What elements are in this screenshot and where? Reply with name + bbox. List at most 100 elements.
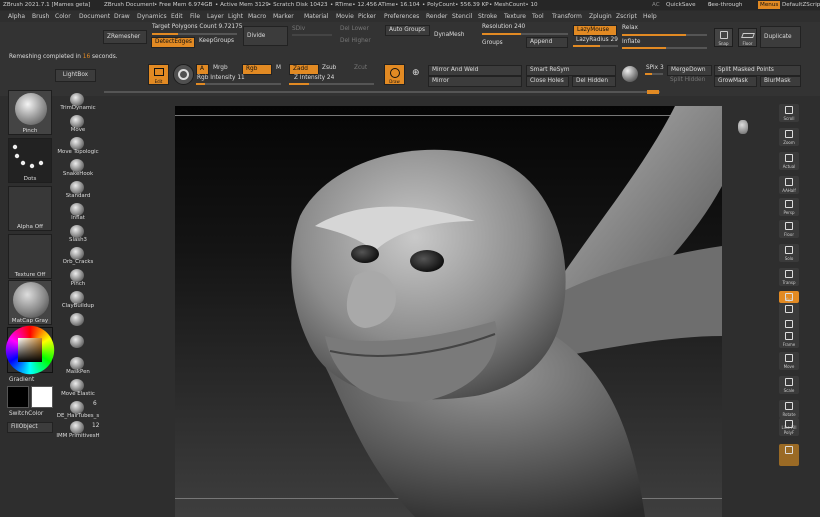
shelf-scrollbar[interactable]: [104, 91, 660, 93]
brush-item[interactable]: [56, 312, 100, 334]
zoom-button[interactable]: Zoom: [779, 128, 799, 146]
rotate-button[interactable]: Rotate: [779, 400, 799, 418]
linefill-button[interactable]: Line Fill PolyF: [779, 418, 799, 436]
z-intensity-slider[interactable]: Z Intensity 24: [294, 75, 334, 81]
brush-item[interactable]: Inflat: [56, 202, 100, 224]
main-color-swatch[interactable]: [31, 386, 53, 408]
document-canvas[interactable]: [175, 106, 722, 517]
mirror-button[interactable]: Mirror: [428, 76, 522, 87]
dynamesh-button[interactable]: DynaMesh: [434, 32, 464, 38]
menu-document[interactable]: Document: [79, 11, 110, 22]
auto-groups-button[interactable]: Auto Groups: [385, 25, 430, 36]
solo-button[interactable]: Solo: [779, 244, 799, 262]
brush-item[interactable]: ClayBuildup: [56, 290, 100, 312]
material-selector[interactable]: MatCap Gray: [8, 280, 52, 325]
menu-zplugin[interactable]: Zplugin: [589, 11, 612, 22]
menu-alpha[interactable]: Alpha: [8, 11, 25, 22]
move-button[interactable]: Move: [779, 352, 799, 370]
brush-item[interactable]: Move Elastic: [56, 378, 100, 400]
shelf-scroll-thumb[interactable]: [647, 90, 659, 94]
menu-layer[interactable]: Layer: [207, 11, 224, 22]
sculpt-model[interactable]: [175, 106, 722, 517]
split-masked-points-button[interactable]: Split Masked Points: [714, 65, 801, 76]
duplicate-button[interactable]: Duplicate: [760, 26, 801, 48]
scroll-button[interactable]: Scroll: [779, 104, 799, 122]
mrgb-toggle[interactable]: Mrgb: [213, 65, 228, 71]
smart-resym-button[interactable]: Smart ReSym: [526, 65, 616, 76]
persp-button[interactable]: Persp: [779, 198, 799, 216]
floor-button[interactable]: Floor: [779, 220, 799, 238]
menu-zscript[interactable]: Zscript: [616, 11, 637, 22]
append-button[interactable]: Append: [526, 37, 568, 48]
rgb-intensity-slider[interactable]: Rgb Intensity 11: [197, 75, 245, 81]
menu-render[interactable]: Render: [426, 11, 447, 22]
split-hidden-button[interactable]: Split Hidden: [670, 77, 705, 83]
lazyradius-track[interactable]: [573, 45, 618, 47]
menu-macro[interactable]: Macro: [248, 11, 266, 22]
edit-button[interactable]: Edit: [148, 64, 169, 85]
spix-slider[interactable]: SPix 3: [646, 65, 664, 71]
brush-item[interactable]: Move Topologic: [56, 136, 100, 158]
frame-button[interactable]: Frame: [779, 330, 799, 348]
menu-tool[interactable]: Tool: [532, 11, 544, 22]
brush-item[interactable]: MaskPen: [56, 356, 100, 378]
brush-item[interactable]: [56, 334, 100, 356]
menu-dynamics[interactable]: Dynamics: [137, 11, 167, 22]
menu-light[interactable]: Light: [228, 11, 243, 22]
menu-movie[interactable]: Movie: [336, 11, 354, 22]
menus-button[interactable]: Menus: [758, 1, 781, 9]
move-mode-button[interactable]: [173, 64, 194, 85]
detect-edges-button[interactable]: DetectEdges: [151, 37, 195, 48]
rgb-toggle[interactable]: Rgb: [242, 64, 272, 75]
menu-file[interactable]: File: [190, 11, 200, 22]
inflate-track[interactable]: [622, 47, 707, 49]
target-polygons-slider[interactable]: Target Polygons Count 9.72175: [152, 24, 242, 30]
zsub-toggle[interactable]: Zsub: [322, 65, 336, 71]
blurmask-button[interactable]: BlurMask: [760, 76, 801, 87]
growmask-button[interactable]: GrowMask: [714, 76, 757, 87]
mergedown-button[interactable]: MergeDown: [667, 65, 712, 76]
menu-transform[interactable]: Transform: [552, 11, 582, 22]
menu-edit[interactable]: Edit: [171, 11, 183, 22]
m-toggle[interactable]: M: [276, 65, 281, 71]
del-hidden-button[interactable]: Del Hidden: [572, 76, 616, 87]
menu-color[interactable]: Color: [55, 11, 71, 22]
actual-button[interactable]: Actual: [779, 152, 799, 170]
menu-stencil[interactable]: Stencil: [452, 11, 472, 22]
default-zscript-button[interactable]: DefaultZScript: [782, 0, 820, 10]
fillobject-button[interactable]: FillObject: [7, 422, 53, 433]
zremesher-button[interactable]: ZRemesher: [103, 30, 147, 44]
brush-item[interactable]: Move: [56, 114, 100, 136]
brush-item[interactable]: Pinch: [56, 268, 100, 290]
resolution-track[interactable]: [482, 33, 568, 35]
resolution-slider[interactable]: Resolution 240: [482, 24, 525, 30]
relax-button[interactable]: Relax: [622, 25, 638, 31]
switchcolor-button[interactable]: SwitchColor: [9, 411, 43, 417]
saturation-square[interactable]: [18, 338, 42, 362]
menu-texture[interactable]: Texture: [504, 11, 526, 22]
texture-selector[interactable]: Texture Off: [8, 234, 52, 279]
menu-stroke[interactable]: Stroke: [478, 11, 497, 22]
scale-button[interactable]: Scale: [779, 376, 799, 394]
matcap-preview-icon[interactable]: [622, 66, 638, 82]
groups-button[interactable]: Groups: [482, 40, 503, 46]
lazyradius-slider[interactable]: LazyRadius 29: [576, 37, 618, 43]
brush-selector[interactable]: Pinch: [8, 90, 52, 135]
sdiv-slider[interactable]: SDiv: [292, 26, 305, 32]
zcut-toggle[interactable]: Zcut: [354, 65, 367, 71]
target-polygons-track[interactable]: [152, 33, 237, 35]
zadd-toggle[interactable]: Zadd: [289, 64, 319, 75]
lazymouse-button[interactable]: LazyMouse: [573, 25, 617, 36]
menu-marker[interactable]: Marker: [273, 11, 294, 22]
del-lower-button[interactable]: Del Lower: [340, 26, 369, 32]
menu-material[interactable]: Material: [304, 11, 328, 22]
menu-draw[interactable]: Draw: [114, 11, 130, 22]
brush-item[interactable]: Orb_Cracks: [56, 246, 100, 268]
menu-picker[interactable]: Picker: [358, 11, 376, 22]
close-holes-button[interactable]: Close Holes: [526, 76, 569, 87]
secondary-color-swatch[interactable]: [7, 386, 29, 408]
orientation-head-icon[interactable]: [738, 120, 748, 134]
draw-button[interactable]: Draw: [384, 64, 405, 85]
stroke-selector[interactable]: Dots: [8, 138, 52, 183]
lightbox-button[interactable]: LightBox: [55, 69, 96, 82]
